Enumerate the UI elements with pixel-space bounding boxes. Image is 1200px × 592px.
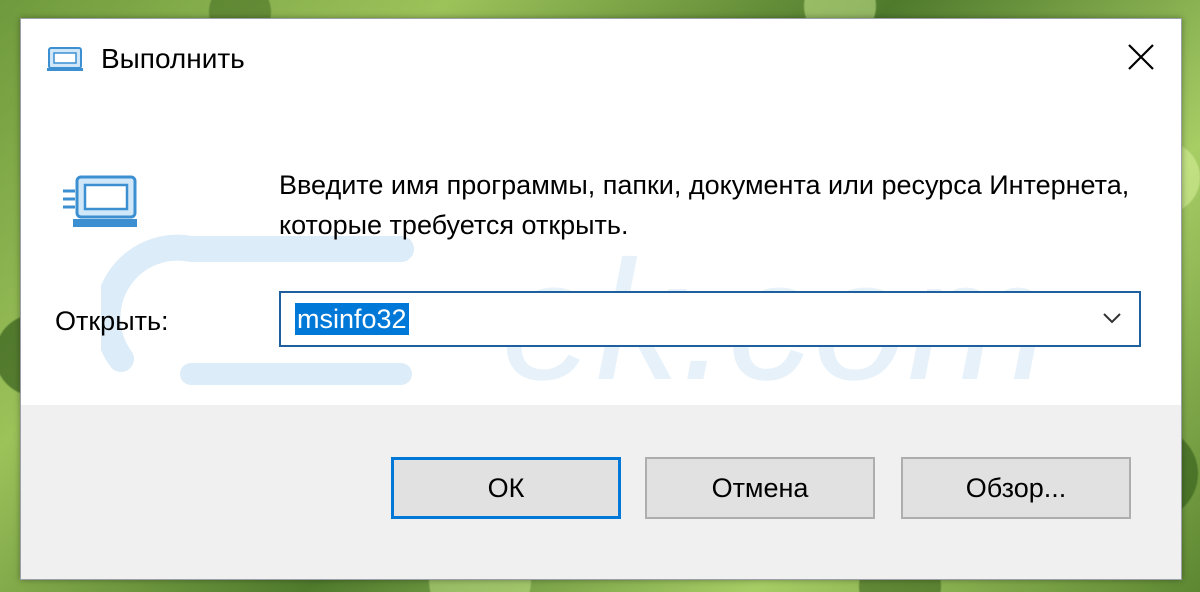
open-combobox[interactable]: msinfo32 [279, 291, 1141, 347]
dropdown-button[interactable] [1097, 305, 1127, 335]
run-icon [45, 45, 85, 73]
close-button[interactable] [1115, 33, 1167, 85]
run-dialog: Выполнить ek.com [20, 18, 1182, 580]
browse-button[interactable]: Обзор... [901, 457, 1131, 519]
title-bar[interactable]: Выполнить [21, 19, 1181, 99]
chevron-down-icon [1102, 311, 1122, 329]
open-input-value[interactable]: msinfo32 [295, 303, 409, 335]
button-bar: ОК Отмена Обзор... [21, 405, 1181, 579]
cancel-button[interactable]: Отмена [645, 457, 875, 519]
run-icon [61, 171, 141, 235]
open-label: Открыть: [55, 306, 169, 336]
close-icon [1126, 42, 1156, 77]
dialog-content: ek.com Введите имя программы, папки, док… [21, 99, 1181, 409]
ok-button[interactable]: ОК [391, 457, 621, 519]
prompt-text: Введите имя программы, папки, документа … [279, 170, 1130, 240]
window-title: Выполнить [101, 43, 245, 74]
